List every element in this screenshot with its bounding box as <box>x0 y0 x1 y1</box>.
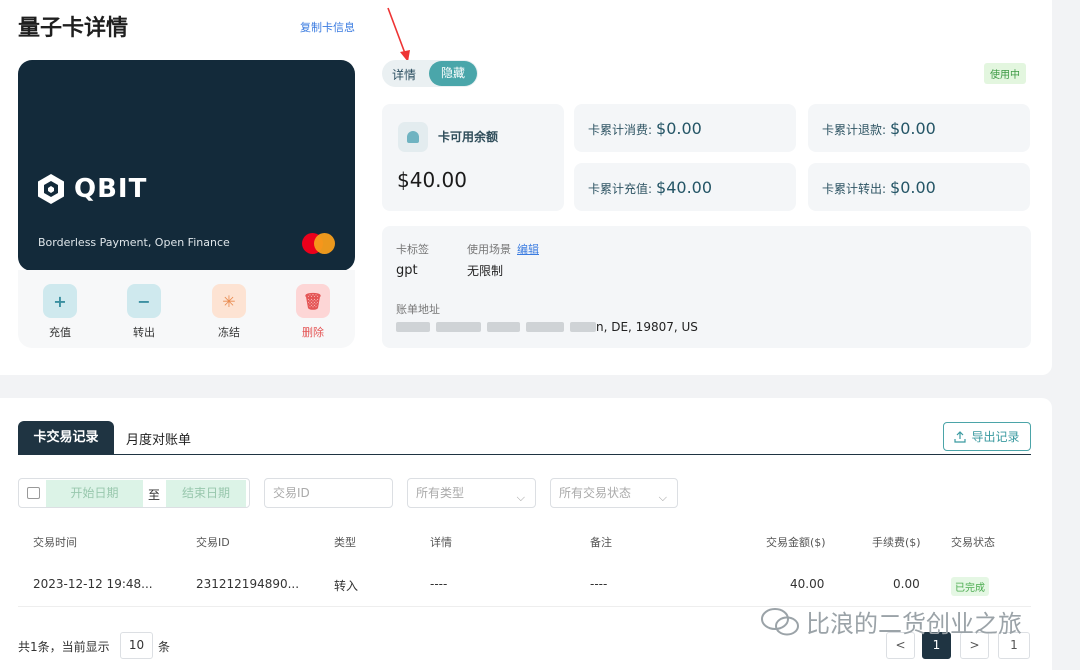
header-type: 类型 <box>334 536 356 549</box>
wechat-icon <box>761 607 799 635</box>
start-date-input[interactable]: 开始日期 <box>46 480 143 507</box>
export-icon <box>954 430 967 443</box>
transaction-id-input[interactable]: 交易ID <box>264 478 393 508</box>
end-date-input[interactable]: 结束日期 <box>166 480 246 507</box>
table-row[interactable] <box>18 563 1031 607</box>
cell-fee: 0.00 <box>893 577 920 591</box>
tab-transactions[interactable]: 卡交易记录 <box>18 421 114 454</box>
tab-divider <box>18 454 1031 455</box>
watermark-text: 比浪的二货创业之旅 <box>806 610 1022 638</box>
wallet-icon <box>398 122 428 152</box>
header-id: 交易ID <box>196 536 230 549</box>
page-size-unit: 条 <box>158 640 171 654</box>
scene-label: 使用场景 <box>467 243 511 256</box>
tag-value: gpt <box>396 263 418 278</box>
card-actions: + 充值 − 转出 ✳ 冻结 🗑 删除 <box>18 270 355 348</box>
card-tagline: Borderless Payment, Open Finance <box>38 236 230 249</box>
watermark: 比浪的二货创业之旅 <box>760 604 1022 639</box>
stat-transfer-out-value: $0.00 <box>890 178 936 197</box>
balance-box: 卡可用余额 $40.00 <box>382 104 564 211</box>
stat-refund-label: 卡累计退款: <box>822 123 887 137</box>
stat-spent-label: 卡累计消费: <box>588 123 653 137</box>
bank-card: QBIT Borderless Payment, Open Finance <box>18 60 355 271</box>
stat-refund: 卡累计退款: $0.00 <box>808 104 1030 152</box>
mastercard-icon <box>302 233 338 255</box>
status-select-value: 所有交易状态 <box>559 486 632 500</box>
header-detail: 详情 <box>430 536 452 549</box>
header-amount: 交易金额($) <box>766 536 826 549</box>
balance-value: $40.00 <box>397 168 467 192</box>
date-range-picker[interactable]: 开始日期 至 结束日期 <box>18 478 250 508</box>
export-records-label: 导出记录 <box>971 430 1020 444</box>
page-size-select[interactable]: 10 <box>120 632 153 659</box>
date-separator: 至 <box>148 488 161 502</box>
card-brand: QBIT <box>74 174 148 204</box>
red-arrow-annotation <box>387 7 410 62</box>
freeze-label: 冻结 <box>218 326 240 339</box>
cell-detail: ---- <box>430 577 448 591</box>
recharge-button[interactable]: + 充值 <box>35 284 85 340</box>
freeze-icon: ✳ <box>212 284 246 318</box>
cell-id: 231212194890... <box>196 577 300 591</box>
tag-label: 卡标签 <box>396 243 429 256</box>
transfer-out-icon: − <box>127 284 161 318</box>
chevron-down-icon: ⌵ <box>516 491 525 504</box>
edit-scene-link[interactable]: 编辑 <box>517 241 539 257</box>
address-value: n, DE, 19807, US <box>596 320 698 334</box>
header-status: 交易状态 <box>951 536 995 549</box>
freeze-button[interactable]: ✳ 冻结 <box>204 284 254 340</box>
header-fee: 手续费($) <box>872 536 921 549</box>
stat-refund-value: $0.00 <box>890 119 936 138</box>
cell-note: ---- <box>590 577 608 591</box>
stat-recharge-label: 卡累计充值: <box>588 182 653 196</box>
cell-time: 2023-12-12 19:48... <box>33 577 153 591</box>
details-toggle[interactable]: 详情 隐藏 <box>382 60 478 87</box>
stat-transfer-out-label: 卡累计转出: <box>822 182 887 196</box>
card-info-box: 卡标签 gpt 使用场景 编辑 无限制 账单地址 n, DE, 19807, U… <box>382 226 1031 348</box>
status-select[interactable]: 所有交易状态 ⌵ <box>550 478 678 508</box>
header-time: 交易时间 <box>33 536 77 549</box>
details-option[interactable]: 详情 <box>392 66 416 83</box>
stat-transfer-out: 卡累计转出: $0.00 <box>808 163 1030 211</box>
chevron-down-icon: ⌵ <box>658 491 667 504</box>
cell-type: 转入 <box>334 579 359 593</box>
page-title: 量子卡详情 <box>18 16 129 41</box>
scene-value: 无限制 <box>467 264 504 278</box>
qbit-logo: QBIT <box>36 173 147 205</box>
transfer-out-label: 转出 <box>133 326 155 339</box>
stat-spent: 卡累计消费: $0.00 <box>574 104 796 152</box>
tab-monthly-statement[interactable]: 月度对账单 <box>126 429 191 448</box>
export-records-button[interactable]: 导出记录 <box>943 422 1031 451</box>
stat-recharge: 卡累计充值: $40.00 <box>574 163 796 211</box>
address-label: 账单地址 <box>396 303 440 316</box>
recharge-label: 充值 <box>49 326 71 339</box>
calendar-icon <box>27 487 40 499</box>
delete-icon: 🗑 <box>296 284 330 318</box>
status-badge: 使用中 <box>984 63 1026 84</box>
stat-recharge-value: $40.00 <box>656 178 713 197</box>
transfer-out-button[interactable]: − 转出 <box>119 284 169 340</box>
delete-button[interactable]: 🗑 删除 <box>288 284 338 340</box>
qbit-logo-icon <box>38 174 64 204</box>
cell-amount: 40.00 <box>790 577 825 591</box>
recharge-icon: + <box>43 284 77 318</box>
status-badge-completed: 已完成 <box>951 577 989 596</box>
header-note: 备注 <box>590 536 612 549</box>
type-select[interactable]: 所有类型 ⌵ <box>407 478 536 508</box>
type-select-value: 所有类型 <box>416 486 465 500</box>
hide-option[interactable]: 隐藏 <box>429 61 477 86</box>
total-count: 共1条，当前显示 <box>18 640 110 654</box>
balance-label: 卡可用余额 <box>438 130 499 144</box>
copy-card-info-link[interactable]: 复制卡信息 <box>300 19 355 35</box>
stat-spent-value: $0.00 <box>656 119 702 138</box>
address-redacted <box>396 322 597 332</box>
delete-label: 删除 <box>302 326 324 339</box>
